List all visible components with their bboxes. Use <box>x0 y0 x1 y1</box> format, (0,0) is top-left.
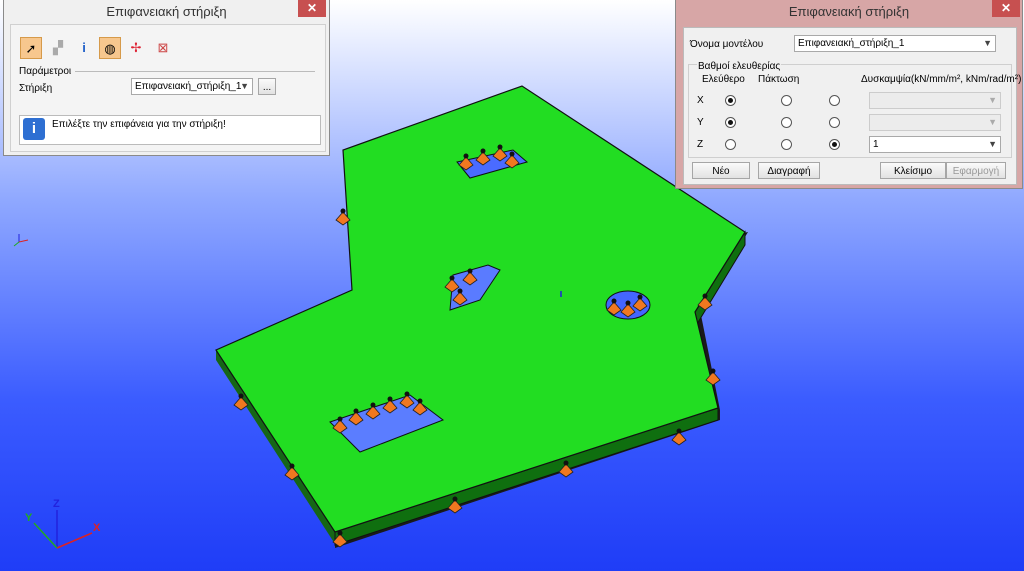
support-node <box>457 288 463 294</box>
y-stiffness-radio[interactable] <box>829 117 840 128</box>
info-panel: i Επιλέξτε την επιφάνεια για την στήριξη… <box>19 115 321 145</box>
z-stiffness-radio[interactable] <box>829 139 840 150</box>
support-node <box>467 268 473 274</box>
dialog-close-button[interactable]: ✕ <box>992 0 1020 17</box>
support-select-value: Επιφανειακή_στήριξη_1 <box>135 81 242 92</box>
row-y-label: Y <box>697 117 704 128</box>
support-node <box>611 298 617 304</box>
model-name-select[interactable]: Επιφανειακή_στήριξη_1 ▼ <box>794 35 996 52</box>
select-arrow-icon[interactable]: ➚ <box>20 37 42 59</box>
support-node <box>676 428 682 434</box>
chevron-down-icon: ▼ <box>240 81 249 91</box>
axis-label-z: Z <box>53 498 60 510</box>
row-x-label: X <box>697 95 704 106</box>
row-z-label: Z <box>697 139 704 150</box>
info-message: Επιλέξτε την επιφάνεια για την στήριξη! <box>52 119 226 130</box>
support-select[interactable]: Επιφανειακή_στήριξη_1 ▼ <box>131 78 253 95</box>
z-stiffness-value: 1 <box>873 139 879 150</box>
support-node <box>509 151 515 157</box>
chevron-down-icon: ▼ <box>988 95 997 105</box>
support-node <box>710 368 716 374</box>
params-separator <box>75 71 315 72</box>
apply-button[interactable]: Εφαρμογή <box>946 162 1006 179</box>
y-fixed-radio[interactable] <box>781 117 792 128</box>
chevron-down-icon: ▼ <box>988 139 997 149</box>
axis-label-x: X <box>93 522 101 534</box>
support-node <box>480 148 486 154</box>
close-button[interactable]: Κλείσιμο <box>880 162 946 179</box>
support-node <box>353 408 359 414</box>
support-node <box>337 416 343 422</box>
support-node <box>337 530 343 536</box>
x-free-radio[interactable] <box>725 95 736 106</box>
support-node <box>417 398 423 404</box>
y-stiffness-select: ▼ <box>869 114 1001 131</box>
support-node <box>289 463 295 469</box>
chevron-down-icon: ▼ <box>988 117 997 127</box>
model-name-label: Όνομα μοντέλου <box>690 39 764 50</box>
new-button[interactable]: Νέο <box>692 162 750 179</box>
support-node <box>637 294 643 300</box>
chevron-down-icon: ▼ <box>983 38 992 48</box>
col-free-label: Ελεύθερο <box>702 74 745 85</box>
support-node <box>238 393 244 399</box>
col-stiffness-label: Δυσκαμψία(kN/mm/m², kNm/rad/m²) <box>861 74 1022 85</box>
x-fixed-radio[interactable] <box>781 95 792 106</box>
dof-label: Βαθμοί ελευθερίας <box>697 61 782 72</box>
y-free-radio[interactable] <box>725 117 736 128</box>
axis-label-y: Y <box>25 512 33 524</box>
support-node <box>370 402 376 408</box>
axis-triad-small <box>13 234 29 247</box>
pick-point-icon[interactable]: ▞ <box>47 37 69 59</box>
surface-support-toolbox: Επιφανειακή στήριξη ✕ ➚ ▞ i ◍ ✢ ⊠ Παράμε… <box>4 0 329 155</box>
axis-tool-icon[interactable]: ✢ <box>125 37 147 59</box>
support-node <box>463 153 469 159</box>
info-icon: i <box>23 118 45 140</box>
x-stiffness-select: ▼ <box>869 92 1001 109</box>
params-label: Παράμετροι <box>19 66 72 77</box>
z-stiffness-select[interactable]: 1 ▼ <box>869 136 1001 153</box>
support-node <box>563 460 569 466</box>
support-node <box>340 208 346 214</box>
support-node <box>404 391 410 397</box>
support-node <box>452 496 458 502</box>
x-stiffness-radio[interactable] <box>829 95 840 106</box>
col-fixed-label: Πάκτωση <box>758 74 800 85</box>
dialog-title: Επιφανειακή στήριξη <box>788 4 910 19</box>
surface-select-icon[interactable]: ◍ <box>99 37 121 59</box>
dof-group: Βαθμοί ελευθερίας Ελεύθερο Πάκτωση Δυσκα… <box>688 61 1021 158</box>
delete-support-icon[interactable]: ⊠ <box>152 37 174 59</box>
toolbox-close-button[interactable]: ✕ <box>298 0 326 17</box>
axis-triad <box>33 510 93 549</box>
info-tool-icon[interactable]: i <box>73 37 95 59</box>
support-node <box>625 300 631 306</box>
surface-support-dialog: Επιφανειακή στήριξη ✕ Όνομα μοντέλου Επι… <box>676 0 1022 188</box>
support-node <box>449 275 455 281</box>
z-free-radio[interactable] <box>725 139 736 150</box>
toolbox-body: ➚ ▞ i ◍ ✢ ⊠ Παράμετροι Στήριξη Επιφανεια… <box>10 24 326 152</box>
model-name-value: Επιφανειακή_στήριξη_1 <box>798 38 905 49</box>
delete-button[interactable]: Διαγραφή <box>758 162 820 179</box>
support-node <box>387 396 393 402</box>
z-fixed-radio[interactable] <box>781 139 792 150</box>
support-label: Στήριξη <box>19 83 53 94</box>
support-node <box>497 144 503 150</box>
support-node <box>702 293 708 299</box>
toolbox-title: Επιφανειακή στήριξη <box>106 4 227 19</box>
dialog-body: Όνομα μοντέλου Επιφανειακή_στήριξη_1 ▼ Β… <box>683 27 1021 185</box>
browse-button[interactable]: ... <box>258 78 276 95</box>
